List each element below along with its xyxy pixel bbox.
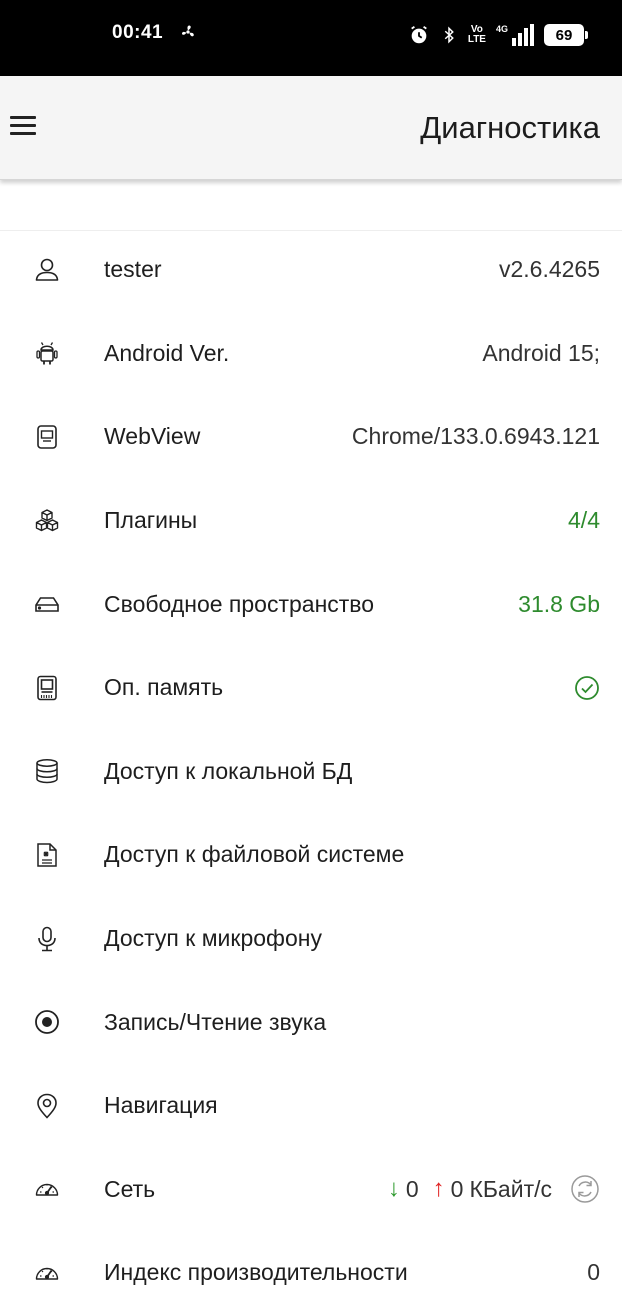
list-item-audio-record[interactable]: Запись/Чтение звука bbox=[0, 980, 622, 1064]
item-label: Индекс производительности bbox=[104, 1259, 408, 1286]
file-icon bbox=[34, 842, 60, 868]
download-speed: 0 bbox=[405, 1175, 419, 1202]
item-value: Chrome/133.0.6943.121 bbox=[351, 423, 600, 450]
cubes-icon bbox=[34, 508, 60, 534]
volte-indicator: Vo LTE bbox=[467, 24, 486, 45]
bluetooth-icon bbox=[440, 24, 458, 46]
list-item-navigation[interactable]: Навигация bbox=[0, 1064, 622, 1148]
user-icon bbox=[34, 257, 60, 283]
item-value: 4/4 bbox=[568, 507, 600, 534]
item-label: Плагины bbox=[104, 507, 198, 534]
arrow-down-icon: ↓ bbox=[387, 1175, 400, 1203]
list-item-file-system[interactable]: Доступ к файловой системе bbox=[0, 813, 622, 897]
android-icon bbox=[34, 340, 60, 366]
status-time: 00:41 bbox=[112, 22, 164, 43]
list-item-android[interactable]: Android Ver. Android 15; bbox=[0, 312, 622, 396]
speed-unit: КБайт/с bbox=[469, 1175, 552, 1202]
network-speed: ↓ 0 ↑ 0 КБайт/с bbox=[388, 1175, 552, 1203]
fan-icon bbox=[178, 22, 200, 44]
check-circle-icon bbox=[574, 675, 600, 701]
status-bar: 00:41 Vo LTE 4G 69 bbox=[0, 0, 622, 76]
drive-icon bbox=[34, 591, 60, 617]
item-label: Сеть bbox=[104, 1175, 156, 1202]
speedometer-icon bbox=[34, 1260, 60, 1286]
item-label: Доступ к микрофону bbox=[104, 925, 322, 952]
item-label: Android Ver. bbox=[104, 339, 230, 366]
app-bar: Диагностика bbox=[0, 76, 622, 180]
speedometer-icon bbox=[34, 1176, 60, 1202]
item-value: Android 15; bbox=[482, 339, 600, 366]
database-icon bbox=[34, 758, 60, 784]
upload-speed: 0 bbox=[450, 1175, 464, 1202]
list-item-webview[interactable]: WebView Chrome/133.0.6943.121 bbox=[0, 395, 622, 479]
menu-icon bbox=[10, 116, 36, 119]
list-item-plugins[interactable]: Плагины 4/4 bbox=[0, 479, 622, 563]
item-label: Доступ к локальной БД bbox=[104, 757, 353, 784]
list-item-free-space[interactable]: Свободное пространство 31.8 Gb bbox=[0, 562, 622, 646]
item-label: Свободное пространство bbox=[104, 590, 375, 617]
item-label: Доступ к файловой системе bbox=[104, 841, 405, 868]
item-label: tester bbox=[104, 256, 162, 283]
list-item-network[interactable]: Сеть ↓ 0 ↑ 0 КБайт/с bbox=[0, 1148, 622, 1232]
diagnostics-list: tester v2.6.4265 Android Ver. Android 15… bbox=[0, 228, 622, 1296]
arrow-up-icon: ↑ bbox=[432, 1175, 445, 1203]
location-icon bbox=[34, 1093, 60, 1119]
status-icons: Vo LTE 4G 69 bbox=[408, 22, 588, 48]
menu-button[interactable] bbox=[10, 116, 36, 138]
page-title: Диагностика bbox=[420, 110, 600, 145]
list-item-ram[interactable]: Оп. память bbox=[0, 646, 622, 730]
item-value: 31.8 Gb bbox=[518, 590, 600, 617]
signal-icon: 4G bbox=[496, 24, 534, 46]
item-label: Навигация bbox=[104, 1092, 218, 1119]
item-label: WebView bbox=[104, 423, 201, 450]
refresh-button[interactable] bbox=[570, 1174, 600, 1204]
refresh-icon bbox=[571, 1175, 599, 1204]
alarm-icon bbox=[408, 24, 430, 46]
list-item-microphone[interactable]: Доступ к микрофону bbox=[0, 897, 622, 981]
microphone-icon bbox=[34, 926, 60, 952]
record-icon bbox=[34, 1009, 60, 1035]
list-item-user[interactable]: tester v2.6.4265 bbox=[0, 228, 622, 312]
memory-icon bbox=[34, 675, 60, 701]
webview-icon bbox=[34, 424, 60, 450]
item-label: Запись/Чтение звука bbox=[104, 1008, 327, 1035]
item-value: v2.6.4265 bbox=[498, 256, 600, 283]
battery-indicator: 69 bbox=[544, 24, 588, 46]
item-value: 0 bbox=[587, 1259, 600, 1286]
item-label: Оп. память bbox=[104, 674, 224, 701]
list-item-local-db[interactable]: Доступ к локальной БД bbox=[0, 730, 622, 814]
list-item-performance[interactable]: Индекс производительности 0 bbox=[0, 1231, 622, 1296]
